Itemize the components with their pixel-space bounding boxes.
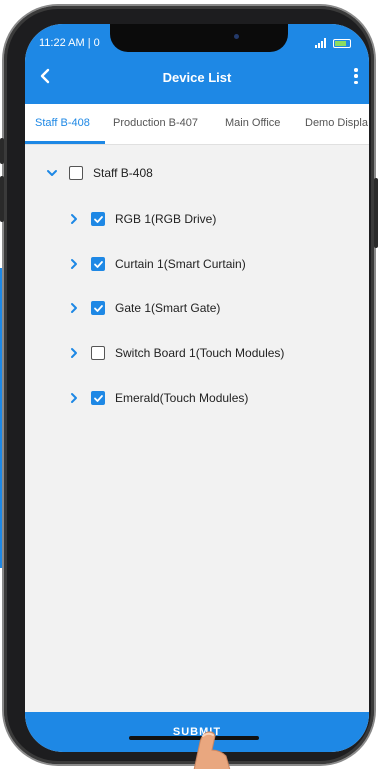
device-checkbox-emerald[interactable] <box>91 391 105 405</box>
chevron-right-icon[interactable] <box>67 346 81 360</box>
camera-icon <box>234 34 239 39</box>
device-label: Curtain 1(Smart Curtain) <box>115 257 246 271</box>
site-tabs: Staff B-408 Production B-407 Main Office… <box>25 104 369 145</box>
tab-production-b-407[interactable]: Production B-407 <box>113 117 198 129</box>
battery-level <box>335 40 347 46</box>
chevron-right-icon[interactable] <box>67 301 81 315</box>
device-label: RGB 1(RGB Drive) <box>115 212 217 226</box>
active-tab-indicator <box>25 141 105 144</box>
phone-frame: 11:22 AM | 0 Device List Staff B-408 Pro… <box>0 6 378 764</box>
tab-staff-b-408[interactable]: Staff B-408 <box>35 117 90 129</box>
device-row-gate: Gate 1(Smart Gate) <box>67 297 220 319</box>
battery-icon <box>333 38 351 48</box>
power-button <box>374 178 378 248</box>
volume-down-button <box>0 176 4 222</box>
device-label: Switch Board 1(Touch Modules) <box>115 346 285 360</box>
device-label: Emerald(Touch Modules) <box>115 391 249 405</box>
app-bar: 11:22 AM | 0 Device List <box>25 24 369 104</box>
status-icons <box>315 38 351 48</box>
tree-root-row: Staff B-408 <box>45 162 153 184</box>
chevron-right-icon[interactable] <box>67 257 81 271</box>
device-row-emerald: Emerald(Touch Modules) <box>67 387 248 409</box>
status-time: 11:22 AM | 0 <box>39 37 100 49</box>
camera-notch <box>110 24 288 52</box>
device-label: Gate 1(Smart Gate) <box>115 301 221 315</box>
device-row-rgb: RGB 1(RGB Drive) <box>67 208 216 230</box>
tab-main-office[interactable]: Main Office <box>225 117 280 129</box>
device-row-switch-board: Switch Board 1(Touch Modules) <box>67 342 284 364</box>
device-checkbox-rgb[interactable] <box>91 212 105 226</box>
device-checkbox-curtain[interactable] <box>91 257 105 271</box>
check-icon <box>93 215 103 223</box>
screenshot-stage: 11:22 AM | 0 Device List Staff B-408 Pro… <box>0 0 380 769</box>
tap-hand-icon <box>193 731 231 769</box>
more-vert-icon[interactable] <box>353 68 359 84</box>
device-checkbox-gate[interactable] <box>91 301 105 315</box>
signal-icon <box>315 38 326 48</box>
more-dot <box>354 68 358 72</box>
check-icon <box>93 394 103 402</box>
check-icon <box>93 304 103 312</box>
page-title: Device List <box>162 70 232 85</box>
volume-up-button <box>0 138 4 164</box>
chevron-right-icon[interactable] <box>67 391 81 405</box>
more-dot <box>354 74 358 78</box>
root-checkbox[interactable] <box>69 166 83 180</box>
device-row-curtain: Curtain 1(Smart Curtain) <box>67 253 246 275</box>
chevron-right-icon[interactable] <box>67 212 81 226</box>
tab-demo-display[interactable]: Demo Displa <box>305 117 368 129</box>
more-dot <box>354 80 358 84</box>
check-icon <box>93 260 103 268</box>
device-checkbox-switch-board[interactable] <box>91 346 105 360</box>
tree-root-label: Staff B-408 <box>93 166 153 180</box>
app-screen: 11:22 AM | 0 Device List Staff B-408 Pro… <box>25 24 369 752</box>
chevron-down-icon[interactable] <box>45 166 59 180</box>
